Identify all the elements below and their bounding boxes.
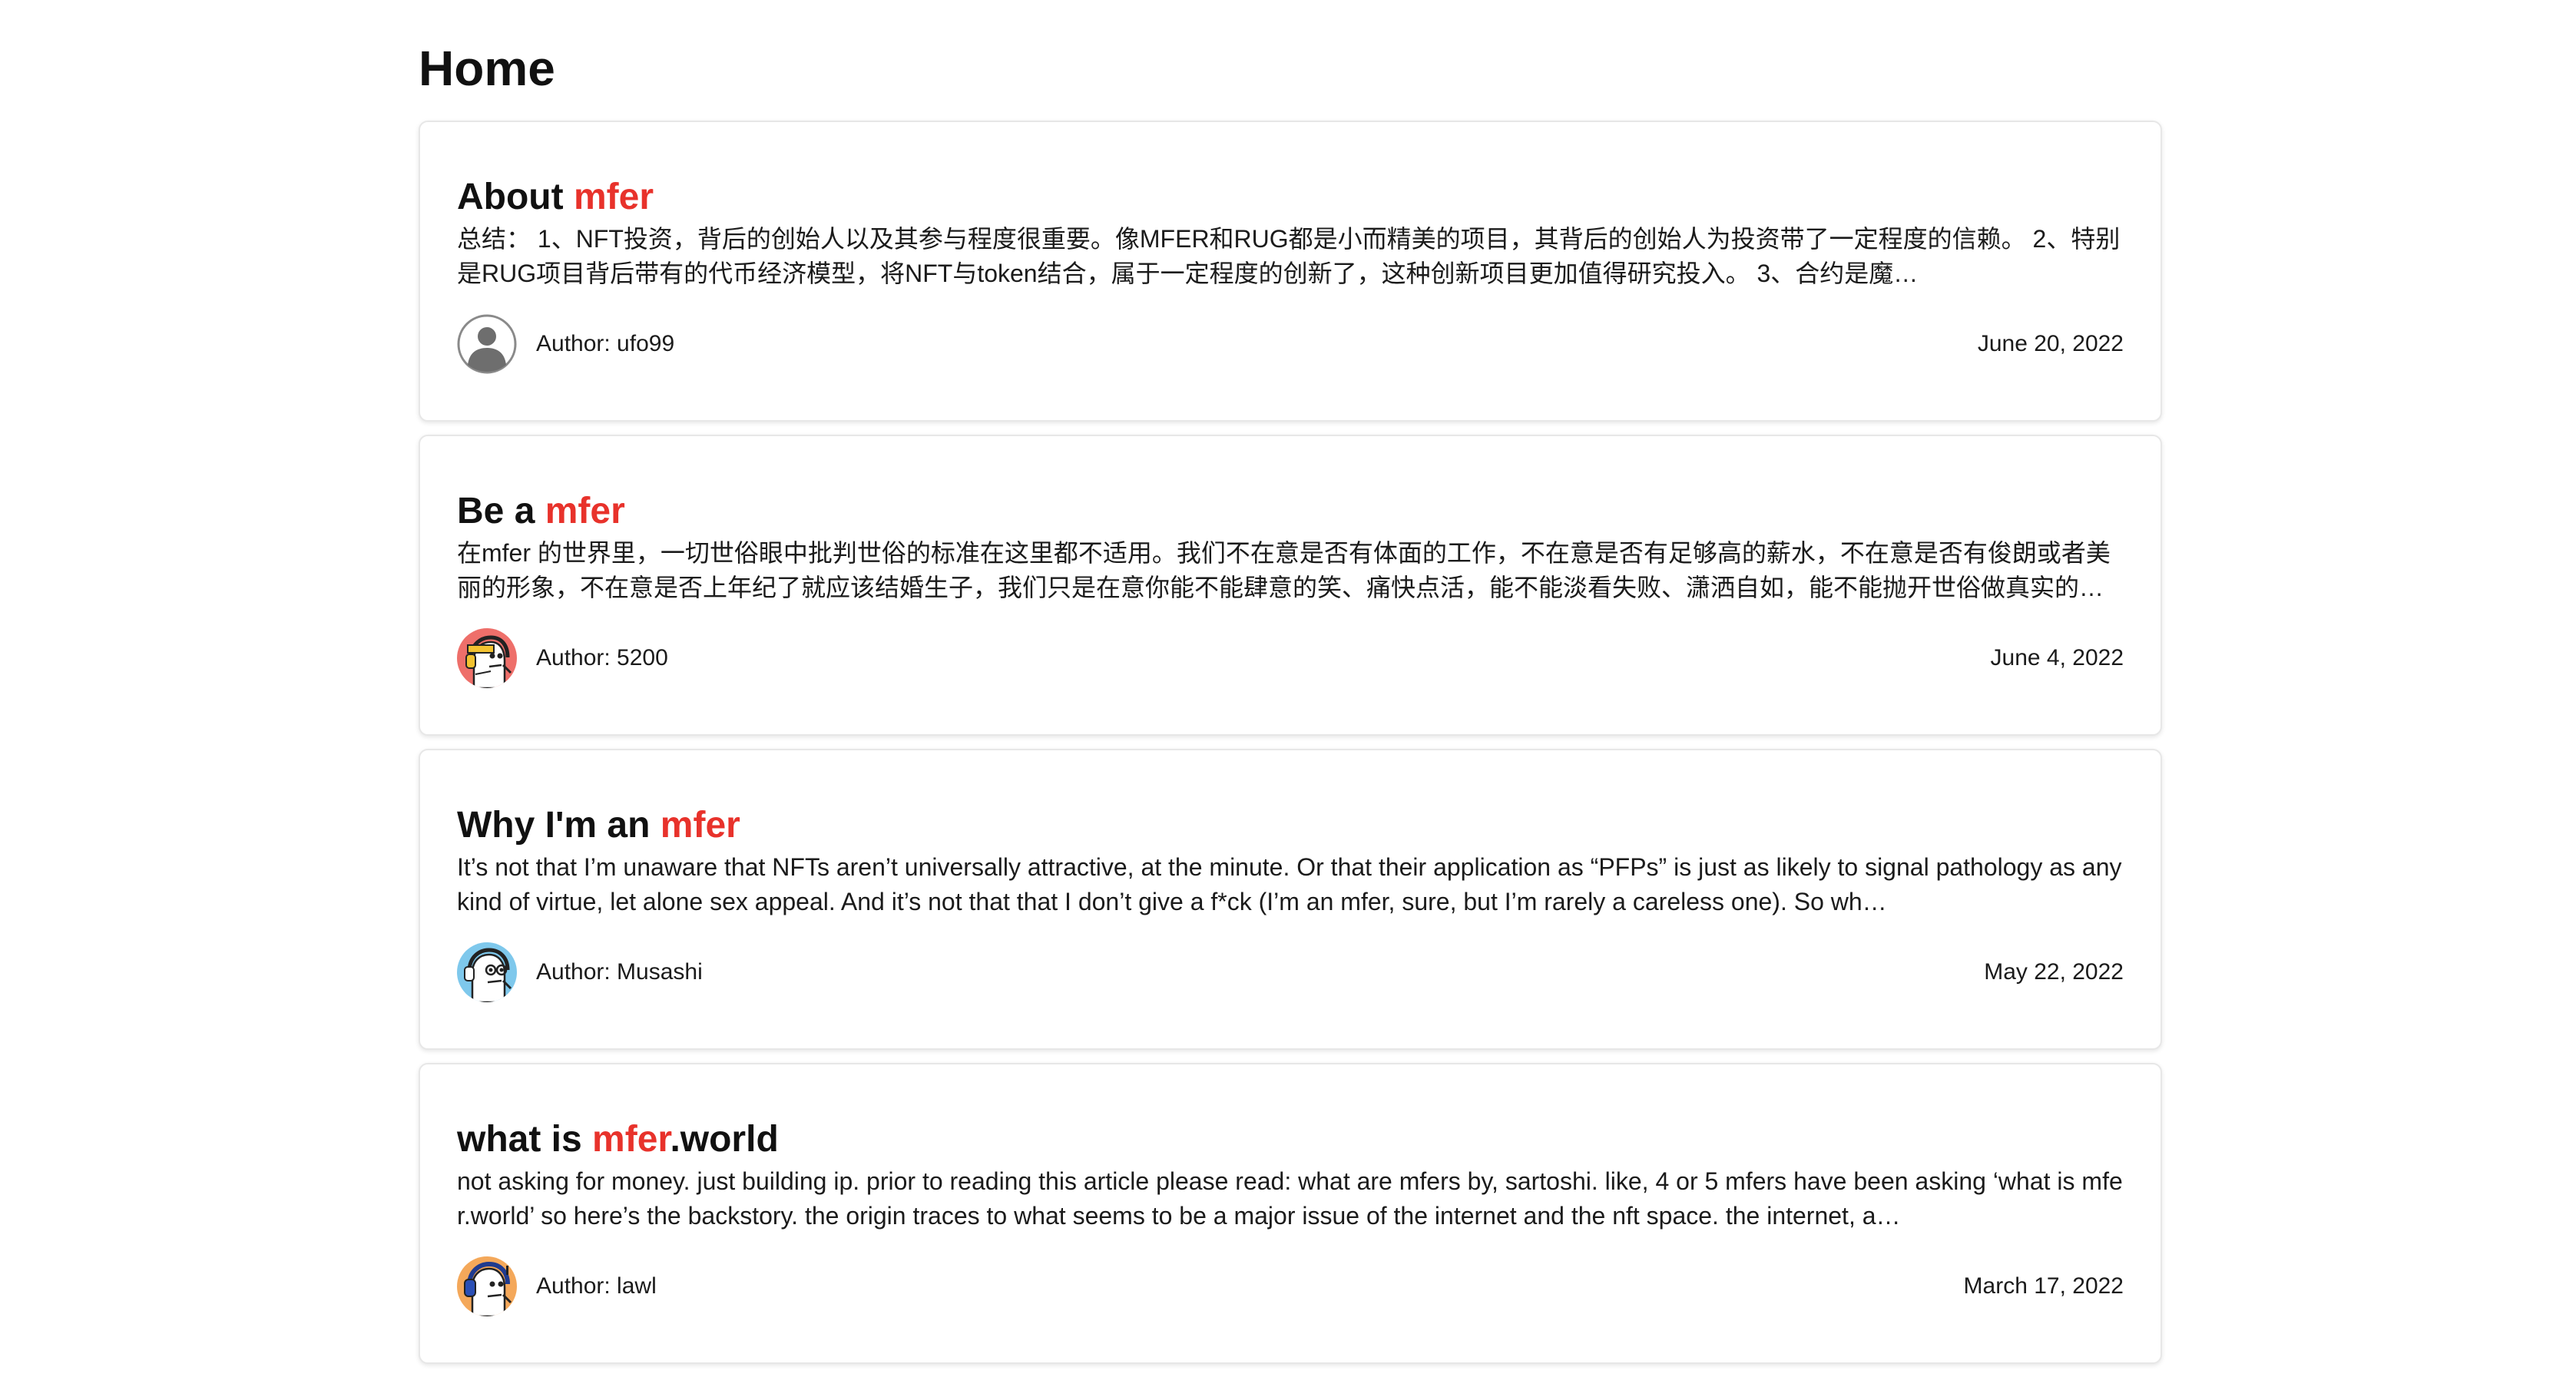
post-author: Author: 5200 [536,645,668,670]
page-title: Home [419,41,555,96]
post-meta: Author: lawl March 17, 2022 [457,1254,2124,1319]
post-title[interactable]: what is mfer.world [457,1117,779,1163]
post-title-suffix: .world [670,1119,779,1160]
post-title-accent: mfer [660,805,740,846]
post-excerpt: 总结： 1、NFT投资，背后的创始人以及其参与程度很重要。像MFER和RUG都是… [457,225,2121,287]
post-title-prefix: About [457,177,574,217]
mfer-avatar-orange-icon [457,1256,517,1316]
post-date: June 4, 2022 [1990,645,2124,670]
post-title-prefix: Be a [457,491,545,531]
post-excerpt: not asking for money. just building ip. … [457,1167,2123,1230]
post-title[interactable]: Be a mfer [457,488,625,535]
post-title-accent: mfer [573,177,654,217]
post-date: June 20, 2022 [1977,331,2124,356]
post-title[interactable]: About mfer [457,174,654,220]
post-card[interactable]: Be a mfer 在mfer 的世界里，一切世俗眼中批判世俗的标准在这里都不适… [419,435,2162,736]
post-title-accent: mfer [592,1119,670,1160]
post-title-prefix: Why I'm an [457,805,661,846]
post-author: Author: Musashi [536,959,703,985]
post-date: May 22, 2022 [1984,959,2124,985]
post-author: Author: ufo99 [536,331,675,356]
post-excerpt: 在mfer 的世界里，一切世俗眼中批判世俗的标准在这里都不适用。我们不在意是否有… [457,539,2111,601]
post-meta: Author: Musashi May 22, 2022 [457,940,2124,1005]
post-card[interactable]: Why I'm an mfer It’s not that I’m unawar… [419,749,2162,1050]
mfer-avatar-blue-icon [457,942,517,1002]
mfer-avatar-red-icon [457,628,517,688]
post-title-prefix: what is [457,1119,593,1160]
post-list: About mfer 总结： 1、NFT投资，背后的创始人以及其参与程度很重要。… [419,121,2162,1377]
post-card[interactable]: About mfer 总结： 1、NFT投资，背后的创始人以及其参与程度很重要。… [419,121,2162,422]
post-card[interactable]: what is mfer.world not asking for money.… [419,1063,2162,1364]
post-title-accent: mfer [545,491,625,531]
post-title[interactable]: Why I'm an mfer [457,803,740,849]
post-meta: Author: 5200 June 4, 2022 [457,626,2124,690]
post-meta: Author: ufo99 June 20, 2022 [457,312,2124,376]
default-user-avatar-icon [457,314,517,374]
post-date: March 17, 2022 [1963,1273,2124,1299]
post-author: Author: lawl [536,1273,657,1299]
post-excerpt: It’s not that I’m unaware that NFTs aren… [457,853,2122,915]
